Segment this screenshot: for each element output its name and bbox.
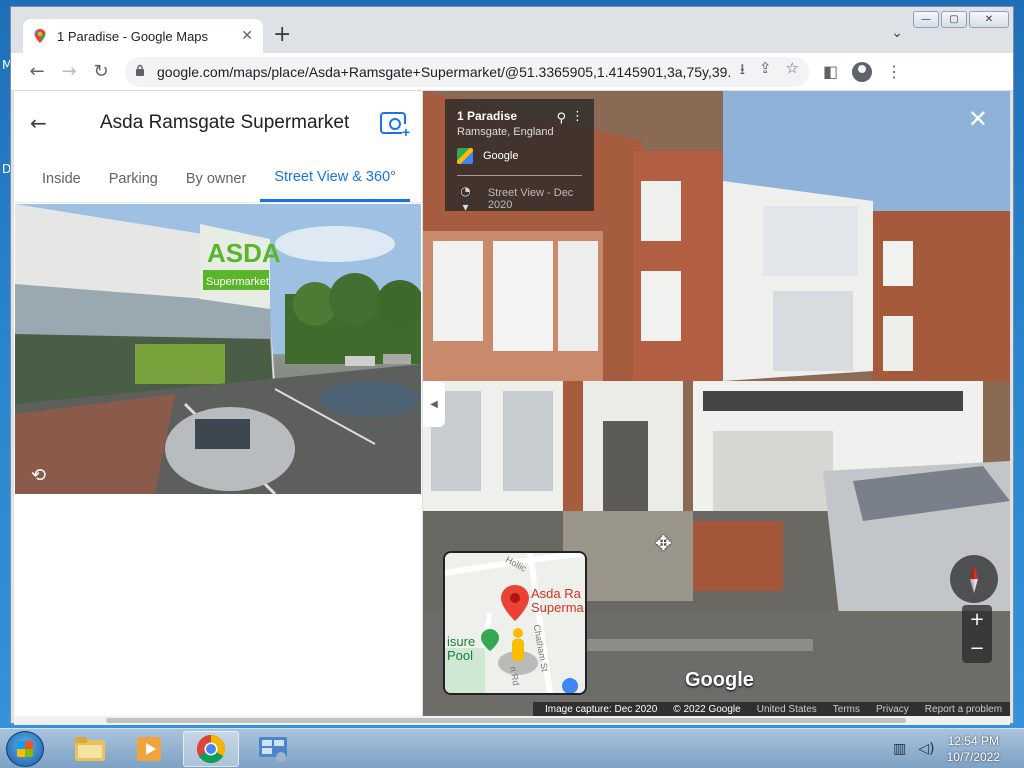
zoom-controls: + − — [962, 605, 992, 663]
clock[interactable]: 12:54 PM 10/7/2022 — [947, 733, 1000, 765]
photos-panel: ← Asda Ramsgate Supermarket Inside Parki… — [14, 91, 423, 716]
supermarket-sign: Supermarket — [206, 276, 269, 288]
time-travel-icon[interactable]: ◔ ▾ — [457, 183, 474, 215]
profile-avatar-icon[interactable] — [852, 61, 873, 82]
clock-time: 12:54 PM — [947, 734, 999, 748]
url-text[interactable]: google.com/maps/place/Asda+Ramsgate+Supe… — [157, 64, 732, 80]
tab-by-owner[interactable]: By owner — [172, 155, 260, 202]
file-explorer-taskbar-icon[interactable] — [62, 731, 118, 767]
chrome-menu-icon[interactable]: ⋮ — [886, 62, 902, 81]
google-logo-icon — [457, 148, 473, 164]
zoom-in-button[interactable]: + — [962, 605, 992, 634]
move-cursor-icon: ✥ — [655, 531, 672, 555]
volume-icon[interactable]: ◁) — [918, 741, 934, 757]
media-player-taskbar-icon[interactable] — [122, 731, 178, 767]
system-tray: ▥ ◁) 12:54 PM 10/7/2022 — [893, 733, 1000, 765]
forward-button[interactable]: → — [53, 61, 85, 82]
place-name: Asda Ramsgate Supermarket — [100, 112, 350, 133]
image-source: Google — [483, 150, 519, 162]
google-maps-favicon-icon — [34, 29, 46, 43]
browser-toolbar: ← → ↻ google.com/maps/place/Asda+Ramsgat… — [11, 53, 1013, 91]
share-icon[interactable]: ⇪ — [759, 59, 772, 84]
place-marker-icon — [501, 585, 529, 621]
privacy-link[interactable]: Privacy — [876, 704, 909, 715]
photo-category-tabs: Inside Parking By owner Street View & 36… — [14, 155, 422, 203]
chrome-taskbar-icon[interactable] — [183, 731, 239, 767]
tab-parking[interactable]: Parking — [95, 155, 172, 202]
browser-window: — ▢ ✕ 1 Paradise - Google Maps ✕ + ⌄ ← →… — [10, 6, 1014, 725]
minimap-place-label: Superma — [531, 600, 584, 615]
street-view-thumbnail[interactable]: ASDA Supermarket ⟲ — [15, 204, 421, 494]
close-street-view-button[interactable]: ✕ — [968, 105, 988, 133]
side-panel-icon[interactable]: ◧ — [823, 62, 838, 81]
pegman-icon — [498, 628, 538, 675]
back-button[interactable]: ← — [21, 61, 53, 82]
bookmark-star-icon[interactable]: ☆ — [786, 59, 799, 84]
tab-google-maps[interactable]: 1 Paradise - Google Maps ✕ — [23, 19, 263, 53]
terms-link[interactable]: Terms — [833, 704, 860, 715]
collapse-panel-button[interactable]: ◀ — [423, 381, 445, 427]
tab-strip: 1 Paradise - Google Maps ✕ + ⌄ — [11, 7, 1013, 53]
taskbar: ▥ ◁) 12:54 PM 10/7/2022 — [0, 728, 1024, 768]
street-view-viewer[interactable]: 1 Paradise Ramsgate, England Google ◔ ▾ S… — [423, 91, 1010, 716]
zoom-out-button[interactable]: − — [962, 634, 992, 663]
location-pin-icon[interactable]: ⚲ — [556, 111, 566, 126]
clock-date: 10/7/2022 — [946, 750, 1000, 764]
tab-title: 1 Paradise - Google Maps — [57, 28, 209, 44]
report-problem-link[interactable]: Report a problem — [925, 704, 1002, 715]
tab-inside[interactable]: Inside — [14, 155, 95, 202]
tab-street-view-360[interactable]: Street View & 360° — [260, 155, 410, 202]
more-options-icon[interactable]: ⋮ — [571, 109, 584, 124]
panel-back-button[interactable]: ← — [30, 111, 70, 135]
add-photo-icon[interactable] — [380, 112, 410, 140]
scrollbar-thumb[interactable] — [106, 718, 906, 723]
asda-sign: ASDA — [207, 238, 281, 268]
asda-storefront-image: ASDA Supermarket — [15, 204, 421, 494]
minimap[interactable]: Hollic Chatham St n Rd Asda Ra Superma i… — [443, 551, 587, 695]
map-footer: Image capture: Dec 2020 © 2022 Google Un… — [533, 702, 1010, 716]
rotate-360-icon: ⟲ — [31, 465, 47, 486]
new-tab-button[interactable]: + — [273, 23, 291, 47]
google-watermark: Google — [685, 669, 754, 691]
location-subtitle: Ramsgate, England — [457, 126, 554, 138]
lock-icon[interactable] — [135, 64, 149, 79]
reload-button[interactable]: ↻ — [85, 61, 117, 82]
minimap-place-label: Asda Ra — [531, 586, 581, 601]
install-icon[interactable]: ⭳ — [740, 59, 745, 84]
control-panel-taskbar-icon[interactable] — [245, 731, 301, 767]
tab-search-button[interactable]: ⌄ — [891, 25, 903, 41]
network-icon[interactable]: ▥ — [893, 741, 906, 757]
maps-content: ← Asda Ramsgate Supermarket Inside Parki… — [14, 91, 1010, 716]
street-view-info-card: 1 Paradise Ramsgate, England Google ◔ ▾ S… — [445, 99, 594, 214]
start-button[interactable] — [6, 731, 44, 767]
capture-date: Street View - Dec 2020 — [487, 187, 574, 211]
address-bar[interactable]: google.com/maps/place/Asda+Ramsgate+Supe… — [125, 56, 809, 87]
close-tab-icon[interactable]: ✕ — [241, 28, 253, 44]
country-link[interactable]: United States — [757, 704, 817, 715]
compass-icon[interactable] — [950, 555, 998, 603]
image-capture-date: Image capture: Dec 2020 — [545, 703, 658, 715]
minimap-pool-label: isure Pool — [447, 634, 476, 663]
copyright: © 2022 Google — [673, 703, 741, 715]
horizontal-scrollbar[interactable] — [14, 716, 1010, 725]
